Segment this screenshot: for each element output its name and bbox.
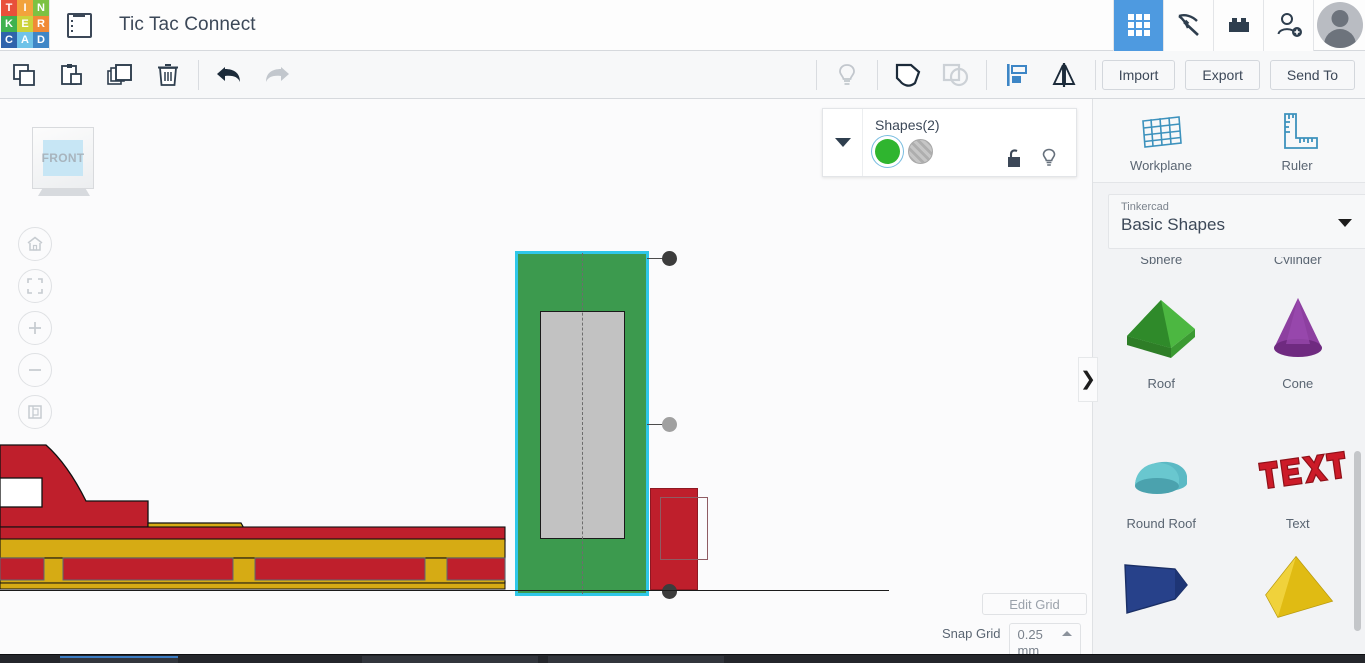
shapes-panel-body: Shapes(2) bbox=[863, 109, 1076, 176]
lightbulb-button[interactable] bbox=[823, 51, 871, 98]
logo-tile: T bbox=[1, 0, 17, 16]
resize-handle-top[interactable] bbox=[662, 251, 677, 266]
shape-pyramid[interactable] bbox=[1230, 551, 1365, 661]
toolbar-divider bbox=[198, 59, 199, 90]
page-title: Tic Tac Connect bbox=[119, 14, 256, 35]
shapes-panel-title: Shapes(2) bbox=[875, 117, 940, 133]
model-train[interactable] bbox=[0, 439, 530, 591]
logo-tile: A bbox=[17, 32, 33, 48]
edit-toolbar: Import Export Send To bbox=[0, 51, 1365, 99]
unlock-icon[interactable] bbox=[998, 148, 1032, 168]
mirror-button[interactable] bbox=[1041, 51, 1089, 98]
toolbar-divider bbox=[876, 59, 878, 90]
shape-grid-scrollbar[interactable] bbox=[1354, 257, 1364, 663]
height-handle-middle[interactable] bbox=[662, 417, 677, 432]
logo-tile: D bbox=[33, 32, 49, 48]
toolbar-divider bbox=[985, 59, 987, 90]
grid-apps-icon[interactable] bbox=[1113, 0, 1163, 51]
taskbar-item[interactable] bbox=[548, 656, 724, 663]
solid-swatch[interactable] bbox=[875, 139, 900, 164]
taskbar-item[interactable] bbox=[362, 656, 538, 663]
shapes-panel-collapse-caret[interactable] bbox=[823, 109, 863, 176]
resize-handle-bottom[interactable] bbox=[662, 584, 677, 599]
shape-round-roof-label: Round Roof bbox=[1126, 515, 1196, 531]
logo-tile: I bbox=[17, 0, 33, 16]
model-box-red-1-edge bbox=[660, 497, 708, 560]
paste-button[interactable] bbox=[48, 51, 96, 98]
logo-tile: R bbox=[33, 16, 49, 32]
lego-brick-icon[interactable] bbox=[1213, 0, 1263, 51]
delete-button[interactable] bbox=[144, 51, 192, 98]
export-button[interactable]: Export bbox=[1185, 59, 1260, 90]
workplane-tool-label: Workplane bbox=[1130, 157, 1192, 173]
chevron-down-icon bbox=[834, 138, 851, 147]
shape-wedge[interactable] bbox=[1093, 551, 1230, 661]
send-to-button[interactable]: Send To bbox=[1269, 59, 1355, 90]
shape-cone[interactable]: Cone bbox=[1230, 271, 1365, 411]
add-person-icon[interactable] bbox=[1263, 0, 1313, 51]
redo-button[interactable] bbox=[253, 51, 301, 98]
taskbar-item[interactable] bbox=[60, 656, 178, 663]
panel-tools-row: Workplane Ruler bbox=[1093, 99, 1365, 183]
os-taskbar bbox=[0, 654, 1365, 663]
shape-cone-label: Cone bbox=[1282, 375, 1314, 391]
edit-grid-button[interactable]: Edit Grid bbox=[982, 593, 1087, 615]
import-button[interactable]: Import bbox=[1101, 59, 1176, 90]
shape-row: Roof Cone bbox=[1093, 271, 1365, 411]
shapes-inspector-panel: Shapes(2) bbox=[822, 108, 1077, 177]
shape-roof[interactable]: Roof bbox=[1093, 271, 1230, 411]
ruler-tool-label: Ruler bbox=[1281, 157, 1313, 173]
shape-grid-scroll-thumb[interactable] bbox=[1354, 451, 1361, 631]
logo-tile: N bbox=[33, 0, 49, 16]
top-bar: T I N K E R C A D Tic Tac Connect bbox=[0, 0, 1365, 51]
library-name-label: Basic Shapes bbox=[1121, 215, 1225, 234]
hole-swatch[interactable] bbox=[908, 139, 933, 164]
panel-collapse-toggle[interactable]: ❯ bbox=[1078, 357, 1098, 402]
logo-tile: C bbox=[1, 32, 17, 48]
workplane-ground-line bbox=[0, 590, 889, 591]
avatar-image bbox=[1316, 2, 1363, 48]
shapes-panel-actions bbox=[998, 148, 1066, 168]
ruler-tool[interactable]: Ruler bbox=[1229, 99, 1365, 182]
pickaxe-icon[interactable] bbox=[1163, 0, 1213, 51]
cut-off-label-row: Sphere Cylinder bbox=[1093, 257, 1365, 271]
shape-library-dropdown[interactable]: Tinkercad Basic Shapes bbox=[1108, 194, 1365, 249]
tinkercad-logo[interactable]: T I N K E R C A D bbox=[1, 0, 49, 50]
snap-grid-label: Snap Grid bbox=[942, 626, 1001, 641]
highlight-bulb-icon[interactable] bbox=[1032, 148, 1066, 168]
workplane-tool[interactable]: Workplane bbox=[1093, 99, 1229, 182]
duplicate-button[interactable] bbox=[96, 51, 144, 98]
library-group-label: Tinkercad bbox=[1121, 201, 1169, 213]
avatar[interactable] bbox=[1313, 0, 1365, 51]
shape-label-sphere: Sphere bbox=[1093, 257, 1230, 264]
shape-round-roof[interactable]: Round Roof bbox=[1093, 411, 1230, 551]
shape-grid: Sphere Cylinder Roof bbox=[1093, 257, 1365, 663]
toolbar-divider bbox=[1094, 59, 1096, 90]
copy-button[interactable] bbox=[0, 51, 48, 98]
align-button[interactable] bbox=[993, 51, 1041, 98]
shape-center-guide bbox=[582, 253, 583, 594]
shape-label-cylinder: Cylinder bbox=[1230, 257, 1365, 264]
document-list-icon bbox=[67, 12, 92, 38]
shape-text-label: Text bbox=[1285, 515, 1310, 531]
design-canvas[interactable]: FRONT Edit Grid Snap Grid 0.25 mm bbox=[0, 99, 1092, 663]
toolbar-divider bbox=[815, 59, 817, 90]
snap-grid-value: 0.25 bbox=[1017, 627, 1043, 642]
logo-tile: E bbox=[17, 16, 33, 32]
shape-row: Round Roof Text bbox=[1093, 411, 1365, 551]
shape-text[interactable]: Text bbox=[1230, 411, 1365, 551]
shape-row bbox=[1093, 551, 1365, 661]
chevron-up-icon bbox=[1061, 631, 1072, 636]
topbar-right-group bbox=[1113, 0, 1365, 51]
tinkercad-window: T I N K E R C A D Tic Tac Connect Import… bbox=[0, 0, 1365, 663]
logo-tile: K bbox=[1, 16, 17, 32]
shape-library-panel: Workplane Ruler Tinkercad Basic Shapes R… bbox=[1092, 99, 1365, 663]
document-list-button[interactable] bbox=[49, 0, 109, 50]
ungroup-button[interactable] bbox=[932, 51, 980, 98]
chevron-down-icon bbox=[1338, 219, 1352, 227]
scene-objects bbox=[0, 99, 1092, 663]
group-button[interactable] bbox=[884, 51, 932, 98]
undo-button[interactable] bbox=[205, 51, 253, 98]
shape-roof-label: Roof bbox=[1147, 375, 1175, 391]
